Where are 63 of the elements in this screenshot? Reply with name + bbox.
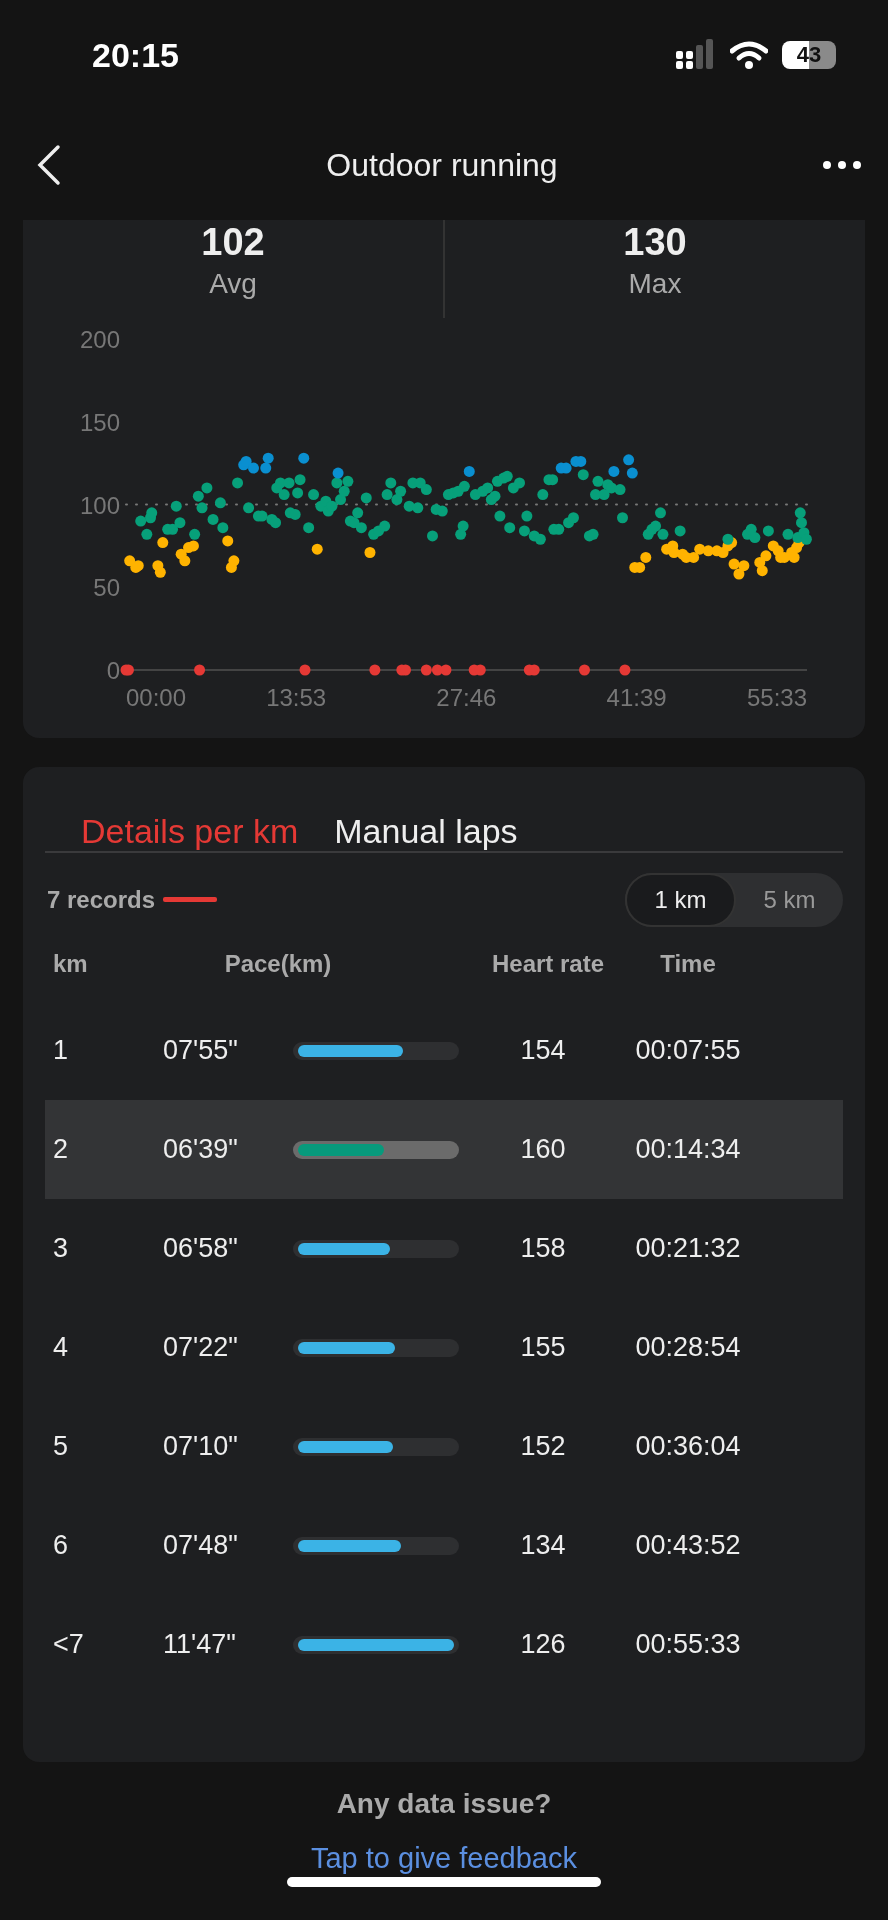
table-cell-text: 2 — [53, 1134, 70, 1165]
records-count: 7 records — [47, 886, 156, 914]
feedback-question: Any data issue? — [336, 1788, 552, 1820]
axis-tick-label: 13:53 — [266, 684, 327, 711]
axis-tick-label: 150 — [79, 408, 120, 436]
table-cell-text: 00:14:34 — [634, 1134, 742, 1165]
column-header: Heart rate — [490, 950, 606, 978]
table-cell-text: 152 — [519, 1431, 567, 1462]
table-row[interactable]: 3 06'58" 158 00:21:32 — [45, 1199, 843, 1298]
axis-tick-label: 55:33 — [746, 684, 807, 711]
table-cell-text: 155 — [519, 1332, 567, 1363]
table-cell-text: 4 — [53, 1332, 70, 1363]
table-cell-text: 00:28:54 — [634, 1332, 742, 1363]
table-cell-text: 07'22" — [163, 1332, 239, 1363]
stat-label: Max — [628, 268, 682, 300]
feedback-link[interactable]: Tap to give feedback — [311, 1842, 577, 1875]
table-cell-text: 11'47" — [163, 1629, 237, 1660]
unit-option[interactable]: 1 km — [625, 873, 736, 927]
tab[interactable]: Details per km — [81, 811, 299, 851]
table-cell-text: 158 — [519, 1233, 567, 1264]
axis-tick-label: 0 — [106, 657, 120, 684]
column-header: Pace(km) — [223, 950, 333, 978]
table-cell-text: 126 — [519, 1629, 567, 1660]
table-cell-text: 160 — [519, 1134, 567, 1165]
tab[interactable]: Manual laps — [334, 811, 518, 851]
stat-label: Avg — [209, 268, 257, 300]
table-cell-text: 00:55:33 — [634, 1629, 742, 1660]
axis-tick-label: 27:46 — [436, 684, 497, 711]
page-title: Outdoor running — [326, 146, 558, 184]
table-cell-text: <7 — [53, 1629, 85, 1660]
table-row[interactable]: 1 07'55" 154 00:07:55 — [45, 1001, 843, 1100]
table-cell-text: 06'58" — [163, 1233, 239, 1264]
table-cell-text: 00:07:55 — [634, 1035, 742, 1066]
unit-option[interactable]: 5 km — [736, 873, 843, 927]
table-row[interactable]: 5 07'10" 152 00:36:04 — [45, 1397, 843, 1496]
table-cell-text: 07'10" — [163, 1431, 239, 1462]
axis-tick-label: 100 — [79, 491, 120, 519]
axis-tick-label: 50 — [93, 574, 120, 602]
column-header: Time — [659, 950, 717, 978]
battery-indicator: 43 — [782, 41, 836, 69]
table-cell-text: 07'48" — [163, 1530, 239, 1561]
table-row[interactable]: 4 07'22" 155 00:28:54 — [45, 1298, 843, 1397]
selected-row[interactable]: 2 06'39" 160 00:14:34 — [45, 1100, 843, 1199]
table-cell-text: 6 — [53, 1530, 70, 1561]
clock: 20:15 — [92, 35, 179, 75]
table-cell-text: 00:21:32 — [634, 1233, 742, 1264]
table-cell-text: 07'55" — [163, 1035, 239, 1066]
table-row[interactable]: <7 11'47" 126 00:55:33 — [45, 1595, 843, 1694]
axis-tick-label: 41:39 — [606, 684, 667, 711]
table-cell-text: 154 — [519, 1035, 567, 1066]
table-cell-text: 00:36:04 — [634, 1431, 742, 1462]
stat-value: 130 — [623, 220, 687, 264]
axis-tick-label: 200 — [79, 326, 120, 353]
column-header: km — [53, 950, 89, 978]
stat-value: 102 — [201, 220, 265, 264]
axis-tick-label: 00:00 — [126, 684, 187, 711]
table-cell-text: 134 — [519, 1530, 567, 1561]
table-cell-text: 3 — [53, 1233, 70, 1264]
table-cell-text: 1 — [53, 1035, 70, 1066]
table-row[interactable]: 6 07'48" 134 00:43:52 — [45, 1496, 843, 1595]
table-cell-text: 5 — [53, 1431, 70, 1462]
table-cell-text: 00:43:52 — [634, 1530, 742, 1561]
table-cell-text: 06'39" — [163, 1134, 239, 1165]
